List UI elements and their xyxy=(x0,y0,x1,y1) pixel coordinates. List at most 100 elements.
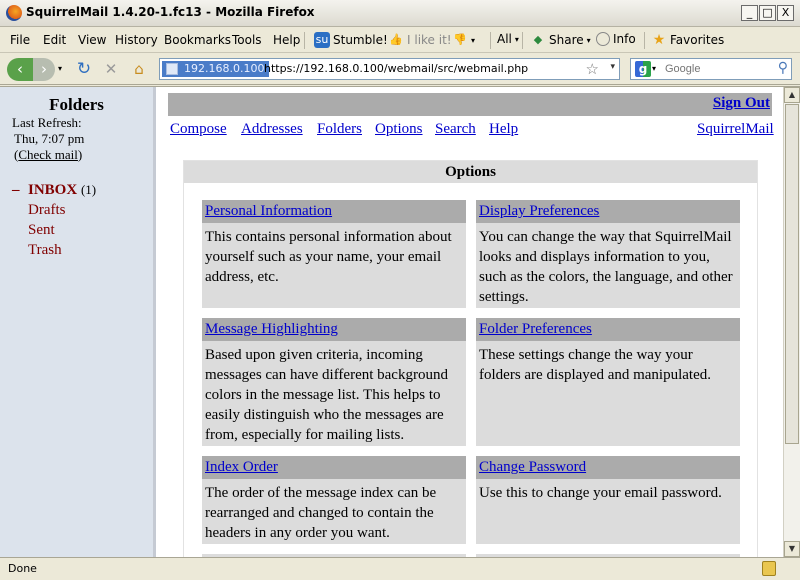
help-link[interactable]: Help xyxy=(489,121,518,138)
collapse-inbox-toggle[interactable]: – xyxy=(12,182,20,199)
maximize-button[interactable]: □ xyxy=(759,5,776,21)
scroll-up-button[interactable]: ▲ xyxy=(784,87,800,103)
history-dropdown-button[interactable]: ▾ xyxy=(55,58,65,81)
reload-button[interactable]: ↻ xyxy=(73,58,95,81)
personal-information-link[interactable]: Personal Information xyxy=(205,203,332,219)
menu-edit[interactable]: Edit xyxy=(43,33,66,47)
folders-title: Folders xyxy=(49,95,104,114)
back-button[interactable]: ‹ xyxy=(7,58,33,81)
option-personal-information: Personal Information This contains perso… xyxy=(202,200,466,308)
thumbs-down-icon: 👎 xyxy=(453,33,467,46)
squirrelmail-link[interactable]: SquirrelMail xyxy=(697,121,774,138)
menu-help[interactable]: Help xyxy=(273,33,300,47)
stop-button[interactable]: ✕ xyxy=(100,58,122,81)
forward-button[interactable]: › xyxy=(33,58,55,81)
chevron-down-icon: ▾ xyxy=(652,64,657,73)
option-folder-preferences: Folder Preferences These settings change… xyxy=(476,318,740,446)
home-icon: ⌂ xyxy=(134,60,144,78)
folder-preferences-link[interactable]: Folder Preferences xyxy=(479,321,592,337)
menu-history[interactable]: History xyxy=(115,33,158,47)
url-dropdown-icon[interactable]: ▾ xyxy=(610,62,615,72)
option-header: Message Highlighting xyxy=(202,318,466,341)
option-index-order: Index Order The order of the message ind… xyxy=(202,456,466,544)
home-button[interactable]: ⌂ xyxy=(127,58,151,81)
addresses-link[interactable]: Addresses xyxy=(241,121,303,138)
search-link[interactable]: Search xyxy=(435,121,476,138)
change-password-link[interactable]: Change Password xyxy=(479,459,586,475)
option-header: Personal Information xyxy=(202,200,466,223)
site-identity-button[interactable]: 192.168.0.100 xyxy=(162,61,270,77)
toolbar-separator xyxy=(522,32,523,49)
toolbar-separator xyxy=(644,32,645,49)
stumble-button[interactable]: su Stumble! xyxy=(314,32,388,48)
favorites-button[interactable]: ★ Favorites xyxy=(651,32,725,48)
favorites-label: Favorites xyxy=(670,33,725,47)
menu-bookmarks[interactable]: Bookmarks xyxy=(164,33,231,47)
thumbs-down-button[interactable]: 👎 ▾ xyxy=(452,32,475,48)
last-refresh-label: Last Refresh: xyxy=(12,115,82,130)
vertical-scrollbar[interactable]: ▲ ▼ xyxy=(783,87,800,558)
window-title: SquirrelMail 1.4.20-1.fc13 - Mozilla Fir… xyxy=(26,5,315,19)
stop-icon: ✕ xyxy=(104,60,118,78)
stumbleupon-icon: su xyxy=(314,32,330,48)
folders-link[interactable]: Folders xyxy=(317,121,362,138)
share-label: Share xyxy=(549,33,584,47)
options-title: Options xyxy=(184,161,757,183)
index-order-link[interactable]: Index Order xyxy=(205,459,278,475)
i-like-it-label: I like it! xyxy=(407,33,452,47)
share-button[interactable]: ◆ Share ▾ xyxy=(530,32,591,48)
check-mail-link[interactable]: Check mail xyxy=(18,147,78,162)
folder-trash[interactable]: Trash xyxy=(28,242,62,259)
status-bar: Done xyxy=(0,557,800,580)
folder-sent[interactable]: Sent xyxy=(28,222,55,239)
menu-tools[interactable]: Tools xyxy=(232,33,262,47)
chevron-down-icon: ▾ xyxy=(586,35,591,45)
chevron-down-icon: ▾ xyxy=(471,35,476,45)
all-label: All xyxy=(497,32,512,46)
scroll-thumb[interactable] xyxy=(785,104,799,444)
option-change-password: Change Password Use this to change your … xyxy=(476,456,740,544)
info-button[interactable]: Info xyxy=(596,32,636,46)
option-header: Change Password xyxy=(476,456,740,479)
folder-inbox[interactable]: INBOX (1) xyxy=(28,182,96,199)
site-identity-label: 192.168.0.100 xyxy=(184,62,265,75)
all-dropdown[interactable]: All ▾ xyxy=(497,32,519,46)
chevron-down-icon: ▾ xyxy=(514,34,519,44)
folder-drafts[interactable]: Drafts xyxy=(28,202,66,219)
navigation-bar: ‹ › ▾ ↻ ✕ ⌂ 192.168.0.100 https://192.16… xyxy=(0,54,800,85)
option-description: These settings change the way your folde… xyxy=(479,347,712,383)
option-description: Use this to change your email password. xyxy=(479,485,722,501)
message-highlighting-link[interactable]: Message Highlighting xyxy=(205,321,338,337)
display-preferences-link[interactable]: Display Preferences xyxy=(479,203,599,219)
scroll-down-button[interactable]: ▼ xyxy=(784,541,800,557)
close-button[interactable]: X xyxy=(777,5,794,21)
option-header: Index Order xyxy=(202,456,466,479)
option-description: You can change the way that SquirrelMail… xyxy=(479,229,733,305)
menu-file[interactable]: File xyxy=(10,33,30,47)
menu-bar: File Edit View History Bookmarks Tools H… xyxy=(0,27,800,53)
options-link[interactable]: Options xyxy=(375,121,423,138)
menu-view[interactable]: View xyxy=(78,33,106,47)
search-icon[interactable]: ⚲ xyxy=(778,60,788,76)
bookmark-star-icon[interactable]: ☆ xyxy=(586,60,599,78)
window-titlebar: SquirrelMail 1.4.20-1.fc13 - Mozilla Fir… xyxy=(0,0,800,27)
minimize-button[interactable]: _ xyxy=(741,5,758,21)
compose-link[interactable]: Compose xyxy=(170,121,227,138)
url-bar[interactable]: 192.168.0.100 https://192.168.0.100/webm… xyxy=(159,58,620,80)
option-message-highlighting: Message Highlighting Based upon given cr… xyxy=(202,318,466,446)
lock-icon[interactable] xyxy=(762,561,776,576)
i-like-it-button[interactable]: 👍 I like it! xyxy=(388,32,452,48)
sign-out-link[interactable]: Sign Out xyxy=(713,95,770,112)
chevron-down-icon: ▾ xyxy=(57,64,62,73)
toolbar-separator xyxy=(490,32,491,49)
folder-frame: Folders Last Refresh: Thu, 7:07 pm (Chec… xyxy=(0,87,156,558)
main-frame: Sign Out Compose Addresses Folders Optio… xyxy=(159,87,783,558)
search-input[interactable] xyxy=(665,61,765,77)
status-text: Done xyxy=(8,562,37,575)
url-text[interactable]: https://192.168.0.100/webmail/src/webmai… xyxy=(264,62,528,75)
toolbar-separator xyxy=(304,32,305,49)
site-favicon-icon xyxy=(166,63,178,75)
google-icon: g xyxy=(635,61,651,77)
signout-bar: Sign Out xyxy=(168,93,772,116)
search-engine-selector[interactable]: g ▾ xyxy=(633,61,659,77)
